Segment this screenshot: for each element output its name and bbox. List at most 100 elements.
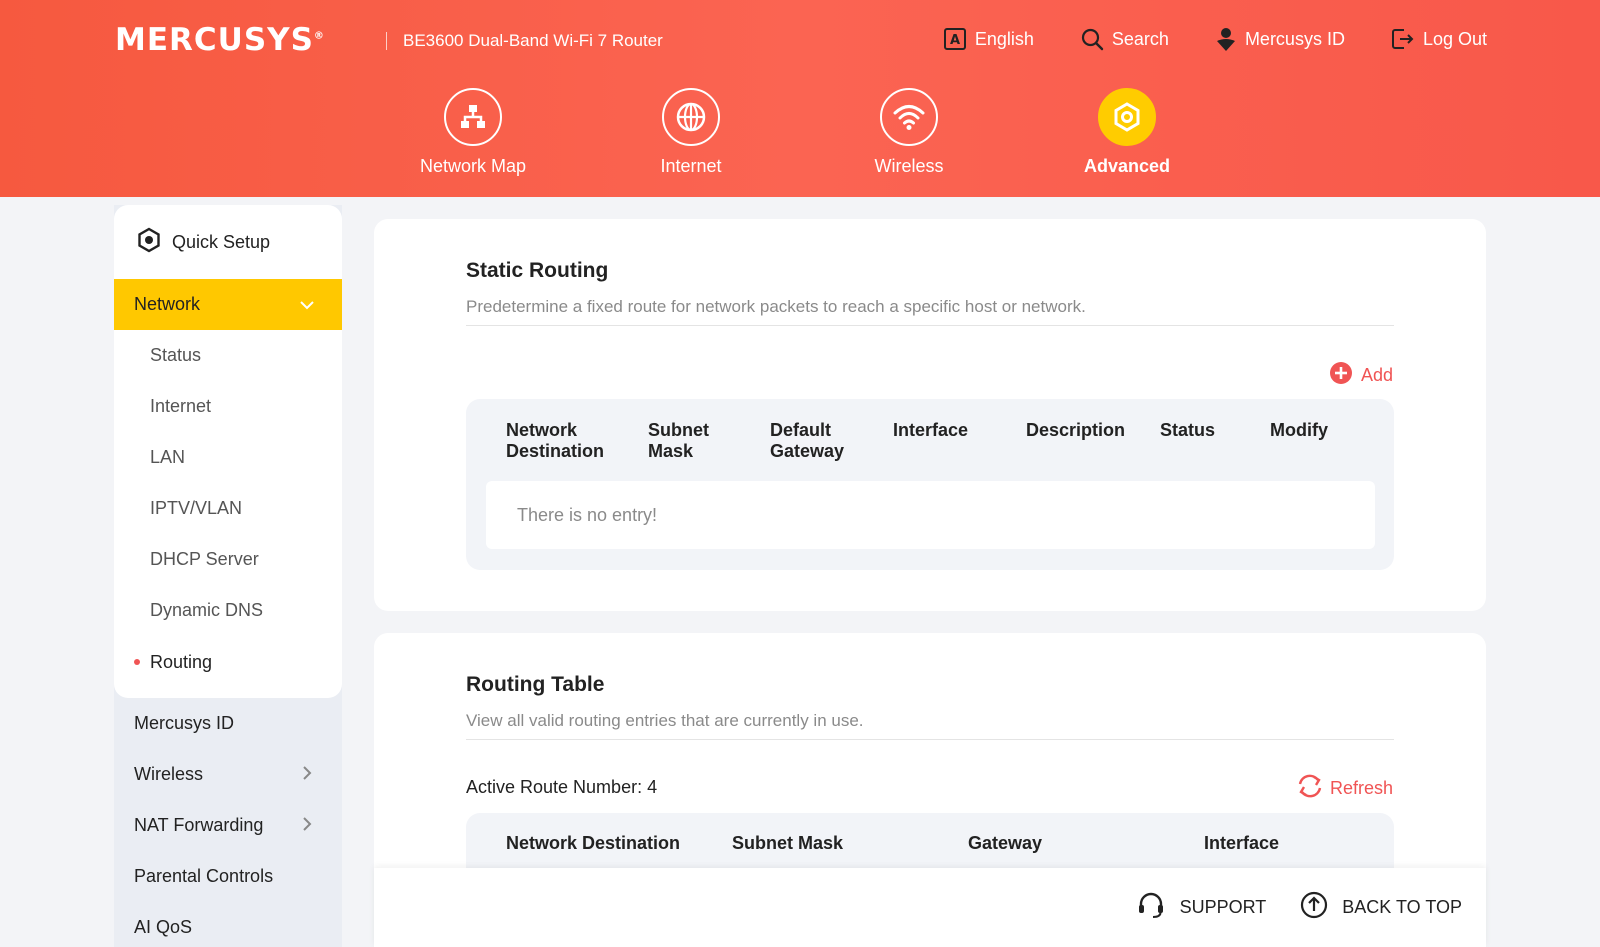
logout-button[interactable]: Log Out <box>1391 27 1487 51</box>
sidebar-item-status[interactable]: Status <box>114 330 342 381</box>
back-to-top-button[interactable]: BACK TO TOP <box>1300 890 1462 925</box>
column-header: Interface <box>893 420 969 440</box>
headset-icon <box>1136 890 1166 925</box>
nav-internet[interactable]: Internet <box>611 88 771 177</box>
sidebar-item-ai-qos[interactable]: AI QoS <box>114 902 342 947</box>
sidebar-item-label: IPTV/VLAN <box>150 498 243 518</box>
column-header: Subnet Mask <box>648 420 709 461</box>
sidebar-network-group: Quick Setup Network Status Internet LAN … <box>114 205 342 698</box>
sidebar-item-iptv-vlan[interactable]: IPTV/VLAN <box>114 483 342 534</box>
sidebar-item-parental-controls[interactable]: Parental Controls <box>114 851 342 902</box>
language-button[interactable]: A English <box>943 27 1034 51</box>
footer-actions: SUPPORT BACK TO TOP <box>1136 890 1462 925</box>
refresh-label: Refresh <box>1329 778 1393 798</box>
top-header: MERCUSYS® BE3600 Dual-Band Wi-Fi 7 Route… <box>0 0 1600 197</box>
add-button[interactable]: Add <box>1329 361 1393 390</box>
refresh-icon <box>1296 773 1324 804</box>
user-icon <box>1215 27 1237 51</box>
logout-label: Log Out <box>1422 28 1487 49</box>
chevron-right-icon <box>303 764 312 785</box>
sidebar-item-label: DHCP Server <box>150 549 259 569</box>
nav-wireless-label: Wireless <box>874 156 944 176</box>
add-label: Add <box>1360 365 1393 385</box>
sidebar-item-dhcp-server[interactable]: DHCP Server <box>114 534 342 585</box>
column-header: Description <box>1026 420 1126 440</box>
brand-logo[interactable]: MERCUSYS® <box>115 22 325 58</box>
sidebar-item-label: Internet <box>150 396 212 416</box>
active-indicator <box>134 659 140 665</box>
logo-divider <box>386 32 387 50</box>
column-header: Network Destination <box>506 420 605 461</box>
sidebar-item-label: AI QoS <box>134 917 193 937</box>
chevron-down-icon <box>300 294 314 315</box>
sidebar-item-quick-setup[interactable]: Quick Setup <box>114 205 342 279</box>
sidebar-item-label: Routing <box>150 651 213 672</box>
main-nav: Network Map Internet Wireless Advanced <box>0 88 1600 188</box>
nav-network-map[interactable]: Network Map <box>393 88 553 177</box>
search-button[interactable]: Search <box>1080 27 1169 51</box>
mercusys-id-button[interactable]: Mercusys ID <box>1215 27 1345 51</box>
sidebar-item-lan[interactable]: LAN <box>114 432 342 483</box>
refresh-button[interactable]: Refresh <box>1296 773 1393 804</box>
sidebar-item-nat-forwarding[interactable]: NAT Forwarding <box>114 800 342 851</box>
support-button[interactable]: SUPPORT <box>1136 890 1267 925</box>
routing-table-title: Routing Table <box>466 673 605 696</box>
static-routing-card: Static Routing Predetermine a fixed rout… <box>374 219 1486 611</box>
chevron-right-icon <box>303 815 312 836</box>
product-name: BE3600 Dual-Band Wi-Fi 7 Router <box>403 31 663 50</box>
column-header: Network Destination <box>506 833 681 853</box>
sidebar-item-routing[interactable]: Routing <box>114 636 342 698</box>
nav-wireless[interactable]: Wireless <box>829 88 989 177</box>
nav-advanced[interactable]: Advanced <box>1047 88 1207 177</box>
support-label: SUPPORT <box>1179 897 1267 917</box>
add-icon <box>1329 361 1353 390</box>
nav-advanced-label: Advanced <box>1083 156 1171 176</box>
wifi-icon <box>880 88 938 146</box>
sidebar-item-label: Status <box>150 345 202 365</box>
search-label: Search <box>1111 28 1169 49</box>
sidebar-item-label: Wireless <box>134 764 204 784</box>
quick-setup-icon <box>136 227 162 258</box>
svg-text:A: A <box>950 33 960 48</box>
routing-table-description: View all valid routing entries that are … <box>466 711 864 730</box>
top-actions: A English Search Mercusys ID Log Out <box>943 27 1487 51</box>
sidebar-item-label: Quick Setup <box>172 231 271 252</box>
language-label: English <box>974 28 1034 49</box>
nav-internet-label: Internet <box>660 156 722 176</box>
column-header: Status <box>1160 420 1216 440</box>
divider <box>466 739 1394 740</box>
sidebar-item-mercusys-id[interactable]: Mercusys ID <box>114 698 342 749</box>
divider <box>466 325 1394 326</box>
column-header: Gateway <box>968 833 1043 853</box>
back-to-top-label: BACK TO TOP <box>1342 897 1462 917</box>
sidebar-item-dynamic-dns[interactable]: Dynamic DNS <box>114 585 342 636</box>
search-icon <box>1080 27 1104 51</box>
static-routing-description: Predetermine a fixed route for network p… <box>466 297 1086 316</box>
sidebar-item-label: Network <box>134 294 201 314</box>
sidebar-item-label: Dynamic DNS <box>150 600 264 620</box>
nav-network-map-label: Network Map <box>419 156 527 176</box>
sidebar-item-label: LAN <box>150 447 186 467</box>
empty-message: There is no entry! <box>486 481 1375 549</box>
sidebar-item-network[interactable]: Network <box>114 279 342 330</box>
sidebar-item-wireless[interactable]: Wireless <box>114 749 342 800</box>
column-header: Subnet Mask <box>732 833 844 853</box>
logout-icon <box>1391 27 1415 51</box>
sidebar-item-internet[interactable]: Internet <box>114 381 342 432</box>
column-header: Default Gateway <box>770 420 845 461</box>
mercusys-id-label: Mercusys ID <box>1244 28 1345 49</box>
footer-bar: SUPPORT BACK TO TOP <box>374 868 1486 947</box>
arrow-up-circle-icon <box>1300 891 1328 924</box>
column-header: Modify <box>1270 420 1328 440</box>
sidebar-item-label: Mercusys ID <box>134 713 235 733</box>
sidebar-item-label: Parental Controls <box>134 866 274 886</box>
sidebar-item-label: NAT Forwarding <box>134 815 264 835</box>
gear-icon <box>1098 88 1156 146</box>
active-route-count: Active Route Number: 4 <box>466 777 658 797</box>
static-routing-title: Static Routing <box>466 259 609 282</box>
network-map-icon <box>444 88 502 146</box>
language-icon: A <box>943 27 967 51</box>
globe-icon <box>662 88 720 146</box>
column-header: Interface <box>1204 833 1280 853</box>
sidebar: Quick Setup Network Status Internet LAN … <box>114 205 342 947</box>
